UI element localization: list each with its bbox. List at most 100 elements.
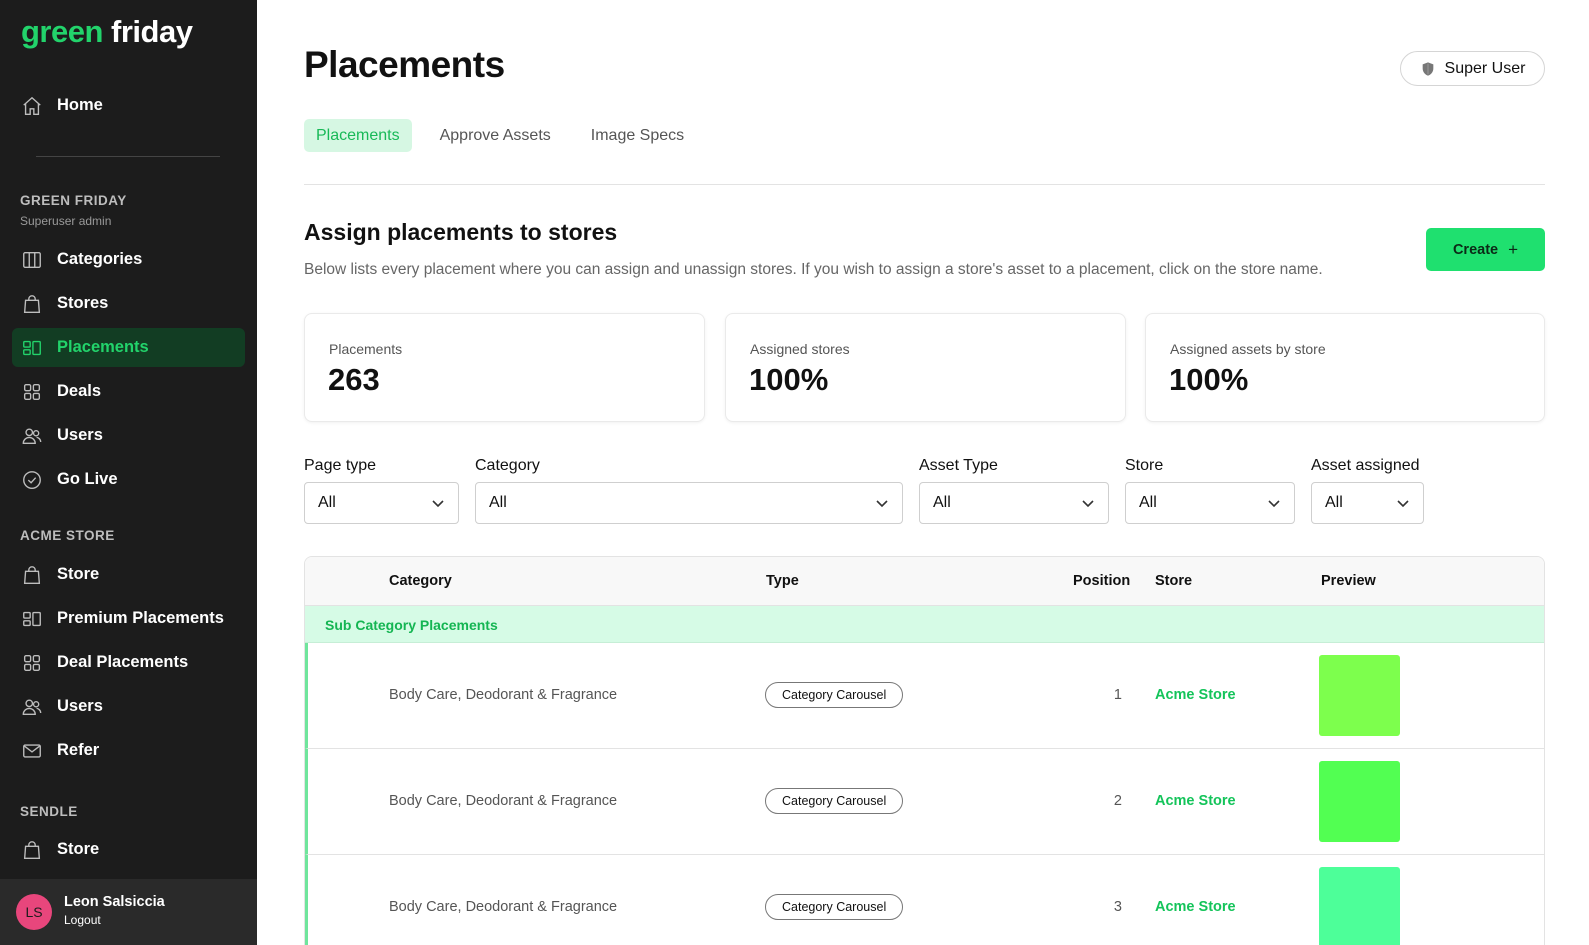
sidebar-item-deals[interactable]: Deals xyxy=(12,372,245,411)
chevron-down-icon xyxy=(1268,500,1280,508)
preview-thumbnail[interactable] xyxy=(1319,655,1400,736)
placements-table: Category Type Position Store Preview Sub… xyxy=(304,556,1545,945)
tab-placements[interactable]: Placements xyxy=(304,119,412,152)
sidebar-item-home[interactable]: Home xyxy=(12,86,245,125)
table-row[interactable]: Body Care, Deodorant & Fragrance Categor… xyxy=(305,643,1544,749)
sidebar-item-label: Store xyxy=(57,565,100,583)
store-link[interactable]: Acme Store xyxy=(1155,899,1236,915)
store-link[interactable]: Acme Store xyxy=(1155,687,1236,703)
stat-card-assigned-stores: Assigned stores 100% xyxy=(725,313,1126,422)
sidebar-section-title: GREEN FRIDAY xyxy=(20,193,127,208)
shopping-bag-icon xyxy=(21,839,43,861)
green-friday-logo[interactable]: green friday xyxy=(21,14,193,50)
select-value: All xyxy=(318,494,336,511)
role-badge[interactable]: Super User xyxy=(1400,51,1545,86)
table-row[interactable]: Body Care, Deodorant & Fragrance Categor… xyxy=(305,855,1544,945)
store-select[interactable]: All xyxy=(1125,482,1295,524)
sidebar-item-go-live[interactable]: Go Live xyxy=(12,460,245,499)
chevron-down-icon xyxy=(1397,500,1409,508)
sidebar-item-refer[interactable]: Refer xyxy=(12,731,245,770)
select-value: All xyxy=(489,494,507,511)
group-row: Sub Category Placements xyxy=(305,606,1544,643)
column-header-preview: Preview xyxy=(1321,573,1376,589)
sidebar-item-acme-users[interactable]: Users xyxy=(12,687,245,726)
asset-type-select[interactable]: All xyxy=(919,482,1109,524)
sidebar-item-stores[interactable]: Stores xyxy=(12,284,245,323)
filter-label-store: Store xyxy=(1125,457,1164,474)
group-label: Sub Category Placements xyxy=(325,617,498,633)
filter-label-asset-assigned: Asset assigned xyxy=(1311,457,1420,474)
category-select[interactable]: All xyxy=(475,482,903,524)
section-description: Below lists every placement where you ca… xyxy=(304,261,1323,278)
column-header-position[interactable]: Position xyxy=(1073,573,1130,589)
home-icon xyxy=(21,95,43,117)
sidebar-item-deal-placements[interactable]: Deal Placements xyxy=(12,643,245,682)
column-header-type[interactable]: Type xyxy=(766,573,799,589)
sidebar-item-users[interactable]: Users xyxy=(12,416,245,455)
chevron-down-icon xyxy=(1082,500,1094,508)
stat-label: Assigned assets by store xyxy=(1170,341,1326,357)
logout-link[interactable]: Logout xyxy=(64,913,101,927)
sidebar-item-label: Home xyxy=(57,96,103,114)
sidebar-item-label: Categories xyxy=(57,250,143,268)
sidebar-item-label: Store xyxy=(57,840,100,858)
section-title: Assign placements to stores xyxy=(304,219,618,245)
sidebar-section-title: SENDLE xyxy=(20,804,78,819)
select-value: All xyxy=(933,494,951,511)
sidebar-item-placements[interactable]: Placements xyxy=(12,328,245,367)
table-row[interactable]: Body Care, Deodorant & Fragrance Categor… xyxy=(305,749,1544,855)
users-icon xyxy=(21,696,43,718)
sidebar-item-label: Go Live xyxy=(57,470,118,488)
sidebar-item-label: Premium Placements xyxy=(57,609,224,627)
user-bar: LS Leon Salsiccia Logout xyxy=(0,879,257,945)
tab-image-specs[interactable]: Image Specs xyxy=(579,119,696,152)
asset-assigned-select[interactable]: All xyxy=(1311,482,1424,524)
columns-icon xyxy=(21,249,43,271)
shopping-bag-icon xyxy=(21,293,43,315)
type-badge: Category Carousel xyxy=(765,788,904,814)
grid-icon xyxy=(21,381,43,403)
stat-label: Assigned stores xyxy=(750,341,850,357)
stat-value: 263 xyxy=(328,362,380,397)
sidebar-item-label: Deal Placements xyxy=(57,653,189,671)
placements-icon xyxy=(21,608,43,630)
sidebar-item-premium-placements[interactable]: Premium Placements xyxy=(12,599,245,638)
sidebar-item-label: Placements xyxy=(57,338,149,356)
role-badge-label: Super User xyxy=(1444,59,1526,77)
tabs: Placements Approve Assets Image Specs xyxy=(304,119,712,152)
column-header-store[interactable]: Store xyxy=(1155,573,1192,589)
preview-thumbnail[interactable] xyxy=(1319,867,1400,945)
page-title: Placements xyxy=(304,44,505,85)
sidebar-item-categories[interactable]: Categories xyxy=(12,240,245,279)
create-button[interactable]: Create + xyxy=(1426,228,1545,271)
user-name: Leon Salsiccia xyxy=(64,894,165,910)
stat-value: 100% xyxy=(1169,362,1249,397)
row-category: Body Care, Deodorant & Fragrance xyxy=(389,793,618,809)
select-value: All xyxy=(1139,494,1157,511)
sidebar-item-label: Stores xyxy=(57,294,109,312)
logo-part-green: green xyxy=(21,14,103,49)
sidebar-item-acme-store[interactable]: Store xyxy=(12,555,245,594)
stat-card-placements: Placements 263 xyxy=(304,313,705,422)
sidebar-item-label: Refer xyxy=(57,741,100,759)
mail-icon xyxy=(21,740,43,762)
check-badge-icon xyxy=(21,469,43,491)
avatar[interactable]: LS xyxy=(16,894,52,930)
select-value: All xyxy=(1325,494,1343,511)
store-link[interactable]: Acme Store xyxy=(1155,793,1236,809)
sidebar-item-label: Deals xyxy=(57,382,102,400)
stat-value: 100% xyxy=(749,362,829,397)
filter-label-asset-type: Asset Type xyxy=(919,457,998,474)
column-header-category[interactable]: Category xyxy=(389,573,452,589)
preview-thumbnail[interactable] xyxy=(1319,761,1400,842)
sidebar-item-sendle-store[interactable]: Store xyxy=(12,830,245,869)
tab-approve-assets[interactable]: Approve Assets xyxy=(428,119,563,152)
page-type-select[interactable]: All xyxy=(304,482,459,524)
row-category: Body Care, Deodorant & Fragrance xyxy=(389,687,618,703)
filter-label-page-type: Page type xyxy=(304,457,377,474)
row-position: 1 xyxy=(1113,687,1122,703)
filter-label-category: Category xyxy=(475,457,540,474)
sidebar-item-label: Users xyxy=(57,426,103,444)
sidebar-section-subtitle: Superuser admin xyxy=(20,214,112,228)
chevron-down-icon xyxy=(876,500,888,508)
